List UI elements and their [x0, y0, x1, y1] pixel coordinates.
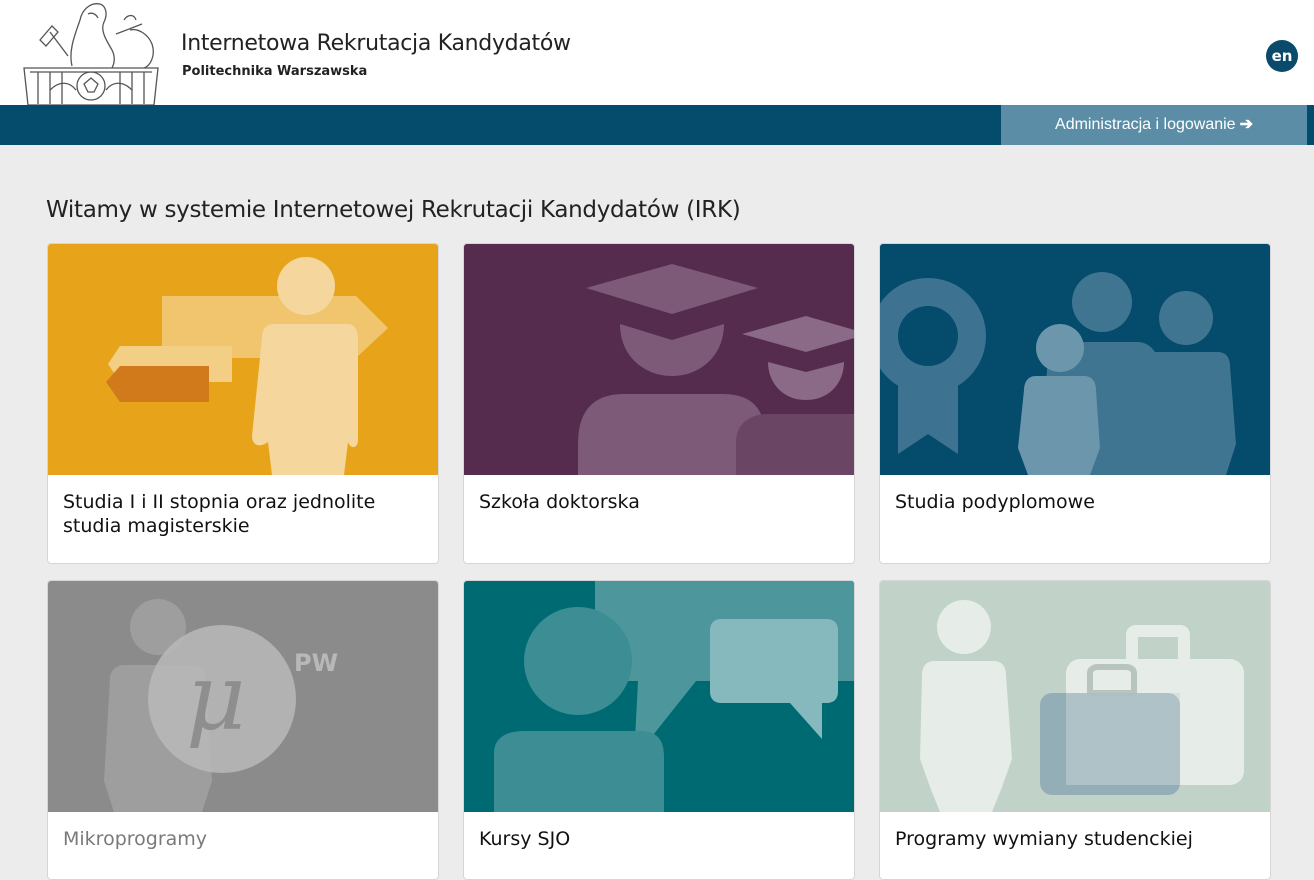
top-navbar: Administracja i logowanie ➔: [0, 105, 1314, 145]
university-name: Politechnika Warszawska: [182, 64, 368, 79]
arrow-right-icon: ➔: [1239, 116, 1253, 133]
card-microprograms[interactable]: μ PW Mikroprogramy: [47, 580, 439, 880]
micro-pw-illustration: μ PW: [48, 581, 438, 812]
graduates-illustration: [464, 244, 854, 475]
university-logo[interactable]: [20, 0, 162, 105]
micro-glyph: μ: [186, 644, 246, 751]
card-label: Studia I i II stopnia oraz jednolite stu…: [63, 491, 376, 537]
language-toggle-button[interactable]: en: [1266, 40, 1298, 72]
admin-login-button[interactable]: Administracja i logowanie ➔: [1001, 105, 1307, 145]
card-postgraduate-studies[interactable]: Studia podyplomowe: [879, 243, 1271, 564]
traveler-suitcase-illustration: [880, 581, 1270, 812]
card-label: Mikroprogramy: [63, 828, 208, 850]
signpost-person-illustration: [48, 244, 438, 475]
pw-badge: PW: [294, 649, 338, 677]
page-title: Witamy w systemie Internetowej Rekrutacj…: [46, 197, 741, 223]
card-label: Studia podyplomowe: [895, 491, 1095, 513]
app-title: Internetowa Rekrutacja Kandydatów: [181, 31, 571, 56]
speech-bubbles-illustration: [464, 581, 854, 812]
card-label: Szkoła doktorska: [479, 491, 640, 513]
admin-login-label: Administracja i logowanie: [1055, 116, 1236, 133]
card-doctoral-school[interactable]: Szkoła doktorska: [463, 243, 855, 564]
site-header: Internetowa Rekrutacja Kandydatów Polite…: [0, 0, 1314, 105]
card-student-exchange[interactable]: Programy wymiany studenckiej: [879, 580, 1271, 880]
card-language-courses[interactable]: Kursy SJO: [463, 580, 855, 880]
card-label: Kursy SJO: [479, 828, 571, 850]
family-rosette-illustration: [880, 244, 1270, 475]
card-label: Programy wymiany studenckiej: [895, 828, 1193, 850]
card-first-second-cycle-studies[interactable]: Studia I i II stopnia oraz jednolite stu…: [47, 243, 439, 564]
